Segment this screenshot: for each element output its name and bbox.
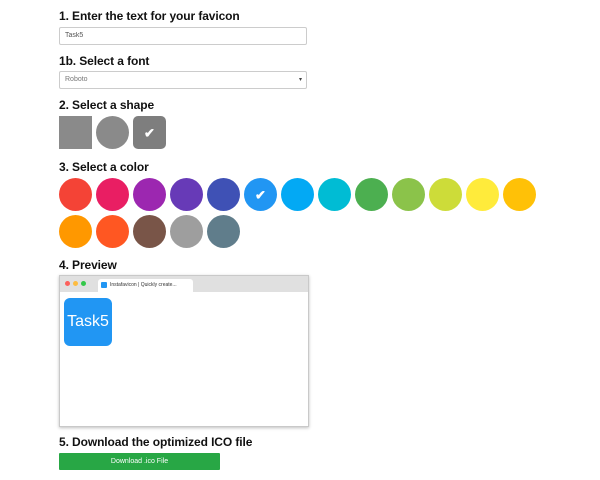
browser-preview: Instafavicon | Quickly create... Task5	[59, 275, 309, 427]
color-swatch[interactable]	[207, 178, 240, 211]
color-swatch[interactable]	[503, 178, 536, 211]
step-text-title: 1. Enter the text for your favicon	[59, 9, 240, 23]
color-swatch[interactable]	[133, 215, 166, 248]
favicon-preview: Task5	[64, 298, 112, 346]
step-download-title: 5. Download the optimized ICO file	[59, 435, 253, 449]
close-dot-icon	[65, 281, 70, 286]
step-font: 1b. Select a font Roboto ▾	[59, 53, 307, 89]
chevron-down-icon: ▾	[298, 77, 302, 83]
font-select[interactable]: Roboto ▾	[59, 71, 307, 89]
color-swatch[interactable]	[59, 215, 92, 248]
browser-tab: Instafavicon | Quickly create...	[98, 279, 193, 292]
color-swatch[interactable]	[207, 215, 240, 248]
color-swatch[interactable]	[133, 178, 166, 211]
shape-circle-option[interactable]	[96, 116, 129, 149]
download-ico-button[interactable]: Download .ico File	[59, 453, 220, 470]
color-swatch[interactable]	[281, 178, 314, 211]
tab-favicon-icon	[101, 281, 107, 288]
step-download: 5. Download the optimized ICO file Downl…	[59, 434, 252, 470]
color-swatch[interactable]	[96, 178, 129, 211]
color-swatch[interactable]	[429, 178, 462, 211]
step-preview-title: 4. Preview	[59, 258, 117, 272]
color-swatch[interactable]	[170, 178, 203, 211]
step-text: 1. Enter the text for your favicon	[59, 8, 307, 45]
color-swatch[interactable]	[59, 178, 92, 211]
step-font-title: 1b. Select a font	[59, 54, 150, 68]
favicon-text-input[interactable]	[59, 26, 307, 45]
color-swatch[interactable]	[392, 178, 425, 211]
step-color: 3. Select a color ✔	[59, 159, 549, 248]
step-color-title: 3. Select a color	[59, 160, 149, 174]
color-swatch[interactable]: ✔	[244, 178, 277, 211]
color-options: ✔	[59, 178, 549, 248]
color-swatch[interactable]	[96, 215, 129, 248]
step-preview: 4. Preview Instafavicon | Quickly create…	[59, 257, 309, 427]
shape-rounded-option[interactable]: ✔	[133, 116, 166, 149]
browser-tab-bar: Instafavicon | Quickly create...	[60, 276, 308, 292]
font-select-value: Roboto	[65, 76, 88, 83]
maximize-dot-icon	[81, 281, 86, 286]
checkmark-icon: ✔	[144, 125, 155, 140]
browser-tab-title: Instafavicon | Quickly create...	[110, 282, 177, 288]
color-swatch[interactable]	[355, 178, 388, 211]
shape-square-option[interactable]	[59, 116, 92, 149]
step-shape: 2. Select a shape ✔	[59, 97, 166, 149]
color-swatch[interactable]	[466, 178, 499, 211]
shape-options: ✔	[59, 116, 166, 149]
minimize-dot-icon	[73, 281, 78, 286]
color-swatch[interactable]	[318, 178, 351, 211]
color-swatch[interactable]	[170, 215, 203, 248]
step-shape-title: 2. Select a shape	[59, 98, 155, 112]
checkmark-icon: ✔	[255, 187, 266, 202]
